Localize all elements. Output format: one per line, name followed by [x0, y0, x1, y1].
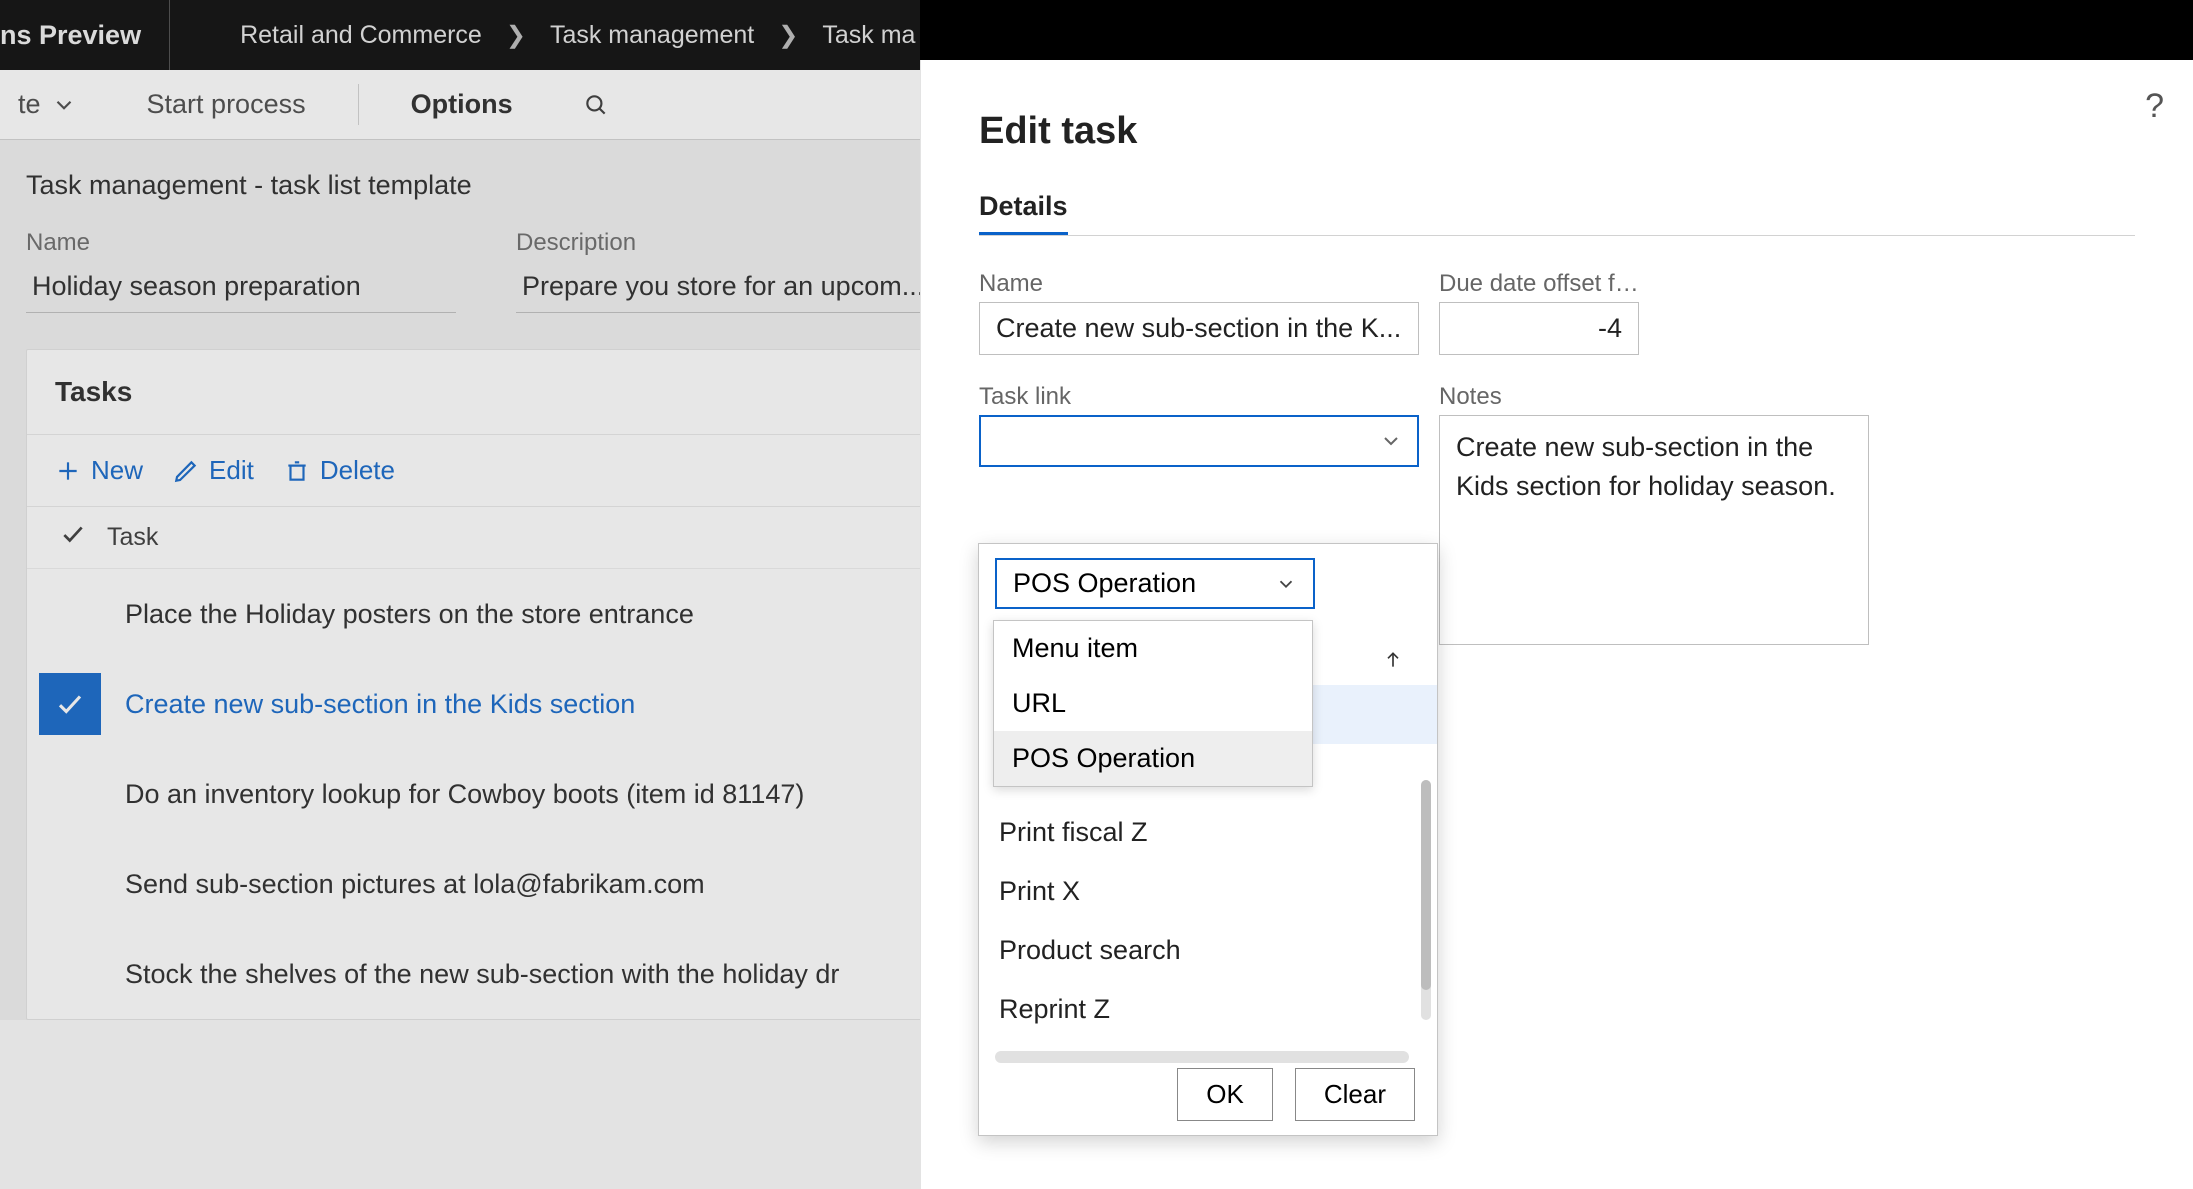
notes-textarea[interactable] — [1439, 415, 1869, 645]
help-button[interactable]: ? — [2144, 86, 2165, 127]
task-link-dropdown-popup: POS Operation Menu item URL POS Operatio… — [978, 543, 1438, 1136]
due-date-input[interactable]: -4 — [1439, 302, 1639, 355]
clear-button[interactable]: Clear — [1295, 1068, 1415, 1121]
new-button[interactable]: New — [55, 455, 143, 486]
edit-button[interactable]: Edit — [173, 455, 254, 486]
plus-icon — [55, 458, 81, 484]
link-type-options: Menu item URL POS Operation — [993, 620, 1313, 787]
panel-title: Edit task — [979, 110, 2135, 153]
chevron-down-icon — [51, 92, 77, 118]
field-label: Due date offset from target date (+/- ..… — [1439, 270, 1639, 298]
breadcrumb-item[interactable]: Task ma — [822, 21, 915, 50]
name-field-group: Name Create new sub-section in the K... — [979, 270, 1419, 355]
row-select-check[interactable] — [39, 673, 101, 735]
start-process-button[interactable]: Start process — [129, 70, 324, 139]
description-input[interactable]: Prepare you store for an upcom... — [516, 261, 946, 313]
tasks-card: Tasks New Edit Delete Task — [26, 349, 931, 1020]
task-text: Stock the shelves of the new sub-section… — [101, 959, 839, 990]
field-label: Description — [516, 229, 946, 257]
pencil-icon — [173, 458, 199, 484]
row-select-check[interactable] — [39, 943, 101, 1005]
list-item[interactable]: Print fiscal Z — [995, 803, 1437, 862]
link-type-select[interactable]: POS Operation — [995, 558, 1315, 609]
tab-details[interactable]: Details — [979, 191, 1068, 235]
field-label: Notes — [1439, 383, 2135, 411]
tasks-table: Task Place the Holiday posters on the st… — [27, 506, 930, 1019]
chevron-down-icon — [1275, 573, 1297, 595]
list-item[interactable]: Print X — [995, 862, 1437, 921]
trash-icon — [284, 458, 310, 484]
divider — [358, 84, 359, 125]
list-item[interactable]: Product search — [995, 921, 1437, 980]
actionbar-item-label: Start process — [147, 89, 306, 120]
table-row[interactable]: Stock the shelves of the new sub-section… — [27, 929, 930, 1019]
scrollbar-horizontal[interactable] — [995, 1051, 1409, 1063]
actionbar-item-label: te — [18, 89, 41, 120]
check-icon — [59, 521, 87, 554]
field-label: Task link — [979, 383, 1419, 411]
button-label: New — [91, 455, 143, 486]
tab-strip: Details — [979, 191, 2135, 236]
column-header[interactable]: Task — [107, 523, 158, 552]
row-select-check[interactable] — [39, 853, 101, 915]
actionbar-item-label: Options — [411, 89, 513, 120]
options-button[interactable]: Options — [393, 70, 531, 139]
task-text: Create new sub-section in the Kids secti… — [101, 689, 635, 720]
scrollbar-vertical[interactable] — [1421, 780, 1431, 1020]
breadcrumb-item[interactable]: Task management — [550, 21, 754, 50]
description-field: Description Prepare you store for an upc… — [516, 229, 946, 313]
row-select-check[interactable] — [39, 763, 101, 825]
table-row[interactable]: Place the Holiday posters on the store e… — [27, 569, 930, 659]
name-input[interactable]: Holiday season preparation — [26, 261, 456, 313]
notes-field-group: Notes — [1439, 383, 2135, 650]
due-date-field-group: Due date offset from target date (+/- ..… — [1439, 270, 1639, 355]
task-name-input[interactable]: Create new sub-section in the K... — [979, 302, 1419, 355]
table-row[interactable]: Do an inventory lookup for Cowboy boots … — [27, 749, 930, 839]
chevron-right-icon: ❯ — [778, 21, 798, 50]
breadcrumb-item[interactable]: Retail and Commerce — [240, 21, 482, 50]
option-menu-item[interactable]: Menu item — [994, 621, 1312, 676]
actionbar-dropdown[interactable]: te — [0, 70, 95, 139]
field-label: Name — [26, 229, 456, 257]
task-text: Do an inventory lookup for Cowboy boots … — [101, 779, 804, 810]
list-item[interactable]: Reprint Z — [995, 980, 1437, 1039]
button-label: Edit — [209, 455, 254, 486]
option-pos-operation[interactable]: POS Operation — [994, 731, 1312, 786]
table-row[interactable]: Create new sub-section in the Kids secti… — [27, 659, 930, 749]
table-row[interactable]: Send sub-section pictures at lola@fabrik… — [27, 839, 930, 929]
arrow-up-icon[interactable] — [1383, 647, 1403, 673]
search-button[interactable] — [565, 70, 627, 139]
app-title: ns Preview — [0, 0, 170, 70]
field-label: Name — [979, 270, 1419, 298]
option-url[interactable]: URL — [994, 676, 1312, 731]
chevron-down-icon — [1379, 429, 1403, 453]
table-header[interactable]: Task — [27, 507, 930, 569]
select-value: POS Operation — [1013, 568, 1196, 599]
row-select-check[interactable] — [39, 583, 101, 645]
tasks-heading: Tasks — [27, 350, 930, 435]
task-text: Send sub-section pictures at lola@fabrik… — [101, 869, 705, 900]
ok-button[interactable]: OK — [1177, 1068, 1273, 1121]
task-link-select[interactable] — [979, 415, 1419, 467]
delete-button[interactable]: Delete — [284, 455, 395, 486]
search-icon — [583, 92, 609, 118]
task-text: Place the Holiday posters on the store e… — [101, 599, 694, 630]
chevron-right-icon: ❯ — [506, 21, 526, 50]
name-field: Name Holiday season preparation — [26, 229, 456, 313]
breadcrumb: Retail and Commerce ❯ Task management ❯ … — [170, 21, 915, 50]
button-label: Delete — [320, 455, 395, 486]
tasks-toolbar: New Edit Delete — [27, 435, 930, 506]
